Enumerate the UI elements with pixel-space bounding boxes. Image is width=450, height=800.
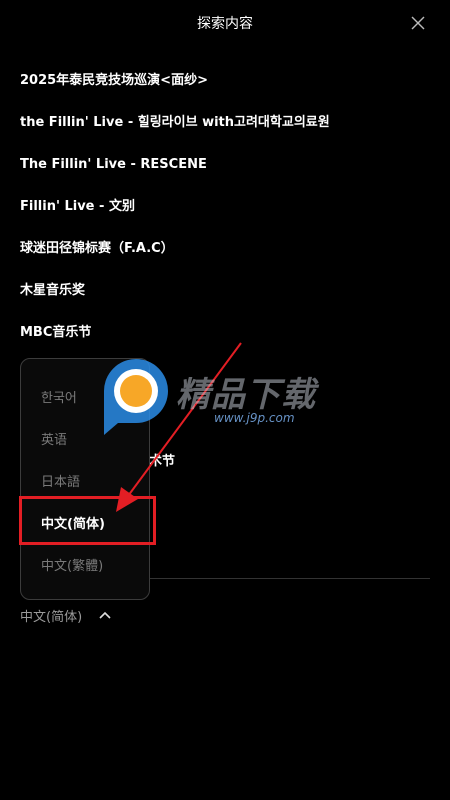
divider [150,578,430,579]
watermark-logo-icon [104,359,168,435]
language-option-traditional-chinese[interactable]: 中文(繁體) [41,555,103,574]
watermark-text: 精品下载 [176,375,316,415]
list-item-partial[interactable]: 术节 [149,450,175,469]
language-selector[interactable]: 中文(简体) [20,606,82,625]
annotation-highlight-box [19,496,156,545]
list-item[interactable]: Fillin' Live - 文别 [20,188,430,230]
list-item[interactable]: The Fillin' Live - RESCENE [20,146,430,188]
watermark-url: www.j9p.com [214,411,295,425]
close-icon [411,16,425,30]
list-item[interactable]: 球迷田径锦标赛（F.A.C） [20,230,430,272]
content-list: 2025年泰民竞技场巡演<面纱> the Fillin' Live - 힐링라이… [20,62,430,356]
language-option-japanese[interactable]: 日本語 [41,471,80,490]
list-item[interactable]: the Fillin' Live - 힐링라이브 with고려대학교의료원 [20,104,430,146]
header: 探索内容 [0,0,450,46]
list-item[interactable]: 2025年泰民竞技场巡演<面纱> [20,62,430,104]
page-title: 探索内容 [197,16,253,32]
language-option-english[interactable]: 英语 [41,429,67,448]
chevron-up-icon [99,611,111,619]
list-item[interactable]: MBC音乐节 [20,314,430,356]
language-option-korean[interactable]: 한국어 [41,387,77,406]
language-selector-toggle[interactable] [98,607,112,621]
close-button[interactable] [410,15,426,31]
list-item[interactable]: 木星音乐奖 [20,272,430,314]
